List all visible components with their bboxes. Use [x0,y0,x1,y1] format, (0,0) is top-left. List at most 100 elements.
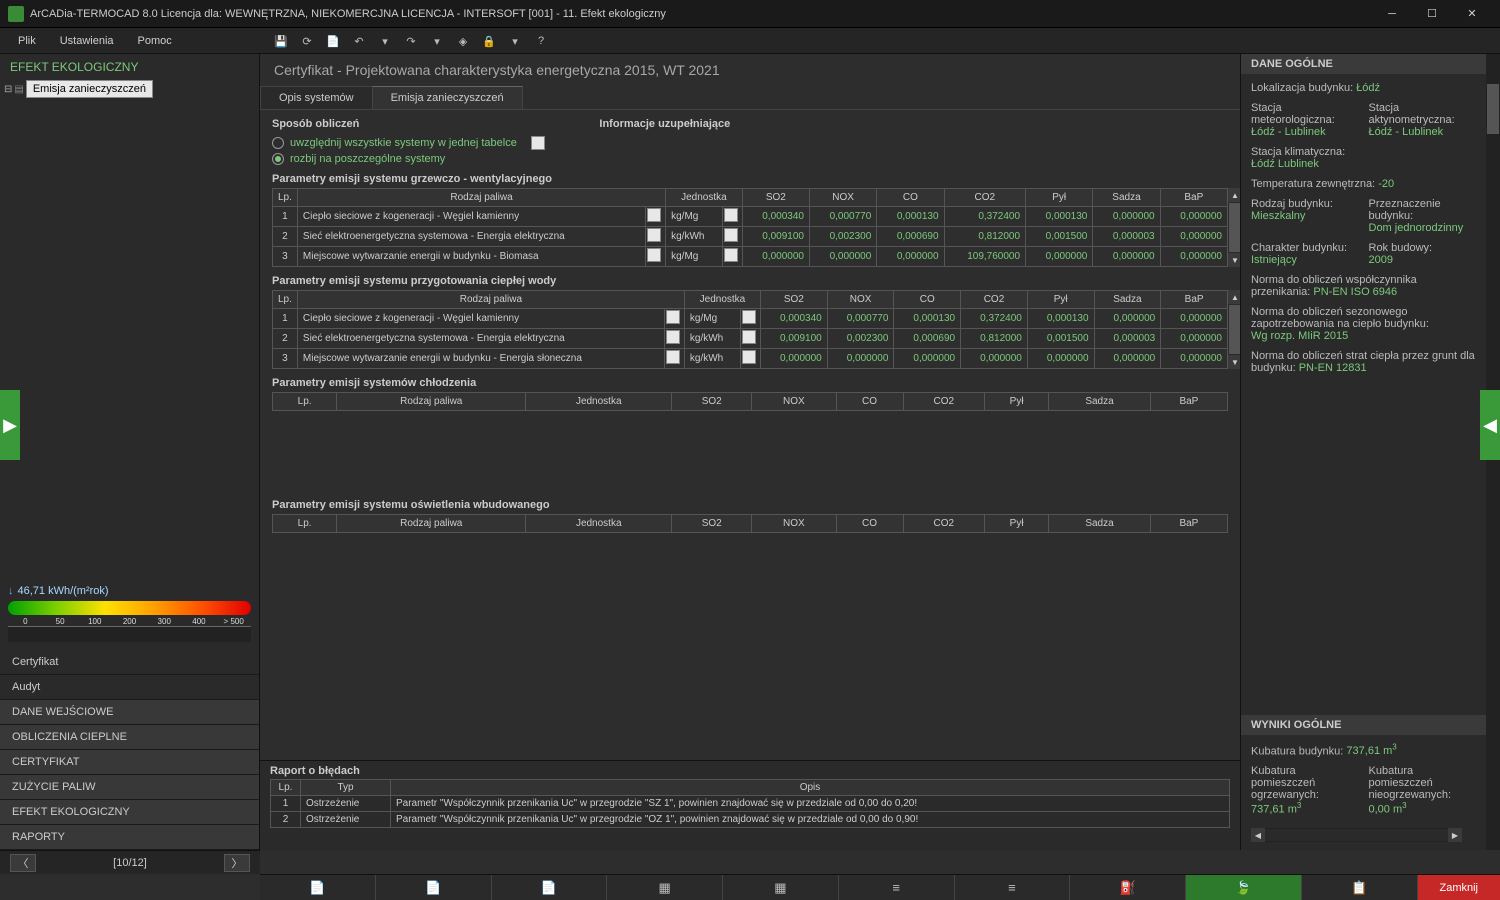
redo-dropdown-icon[interactable]: ▾ [426,30,448,52]
cooling-table: Lp.Rodzaj paliwaJednostkaSO2NOXCOCO2PyłS… [272,392,1228,411]
edit-icon[interactable] [742,330,756,344]
energy-gauge: ↓46,71 kWh/(m²rok) 050100200300400> 500 [0,577,259,650]
maximize-button[interactable]: ☐ [1412,1,1452,27]
menu-file[interactable]: Plik [6,31,48,51]
app-icon [8,6,24,22]
heat-scrollbar[interactable]: ▲▼ [1228,188,1240,267]
content: Sposób obliczeń Informacje uzupełniające… [260,110,1240,760]
tree-collapse-icon[interactable]: ⊟ [4,84,12,95]
prev-page-arrow[interactable]: ▶ [0,390,20,460]
document-icon[interactable]: 📄 [322,30,344,52]
bottombtn-3[interactable]: 📄 [492,875,608,900]
bottombtn-6[interactable]: ≡ [839,875,955,900]
minimize-button[interactable]: ─ [1372,1,1412,27]
redo-icon[interactable]: ↷ [400,30,422,52]
page-title: Certyfikat - Projektowana charakterystyk… [260,54,1240,86]
edit-icon[interactable] [666,330,680,344]
undo-icon[interactable]: ↶ [348,30,370,52]
edit-icon[interactable] [724,208,738,222]
menubar: Plik Ustawienia Pomoc [0,28,1500,54]
bottombtn-7[interactable]: ≡ [955,875,1071,900]
help-icon[interactable]: ? [530,30,552,52]
error-header: Raport o błędach [270,765,1230,777]
pointer-icon: ↓ [8,585,14,597]
edit-icon[interactable] [647,248,661,262]
section-cooling: Parametry emisji systemów chłodzenia [272,377,1228,389]
radio-all-systems[interactable] [272,137,284,149]
bottombtn-eco[interactable]: 🍃 [1186,875,1302,900]
sidebar-item-0[interactable]: Certyfikat [0,650,259,675]
gauge-ruler [8,626,251,642]
edit-icon[interactable] [724,248,738,262]
toolbar: 💾 ⟳ 📄 ↶ ▾ ↷ ▾ ◈ 🔒 ▾ ? [270,28,552,54]
pager: 〈 [10/12] 〉 [0,850,260,874]
window-title: ArCADia-TERMOCAD 8.0 Licencja dla: WEWNĘ… [30,8,1372,20]
bottom-toolbar: 📄 📄 📄 ▦ ▦ ≡ ≡ ⛽ 🍃 📋 Zamknij [260,874,1500,900]
panel-header-general: DANE OGÓLNE [1241,54,1500,74]
sidebar-list: CertyfikatAudytDANE WEJŚCIOWEOBLICZENIA … [0,650,259,850]
lighting-empty [272,533,1228,613]
edit-icon[interactable] [647,208,661,222]
tree-branch-icon: ▤ [14,84,23,95]
edit-icon[interactable] [647,228,661,242]
sidebar-item-2[interactable]: DANE WEJŚCIOWE [0,700,259,725]
next-page-arrow[interactable]: ◀ [1480,390,1500,460]
hotwater-scrollbar[interactable]: ▲▼ [1228,290,1240,369]
edit-icon[interactable] [666,350,680,364]
sidebar-item-4[interactable]: CERTYFIKAT [0,750,259,775]
sidebar-item-5[interactable]: ZUŻYCIE PALIW [0,775,259,800]
cooling-empty [272,411,1228,491]
gauge-bar [8,601,251,615]
edit-icon[interactable] [666,310,680,324]
error-table: Lp.TypOpis1OstrzeżenieParametr "Współczy… [270,779,1230,828]
edit-icon[interactable] [742,310,756,324]
method-label: Sposób obliczeń [272,118,359,130]
main-panel: Certyfikat - Projektowana charakterystyk… [260,54,1240,850]
hotwater-table: Lp.Rodzaj paliwaJednostkaSO2NOXCOCO2PyłS… [272,290,1228,369]
bottombtn-5[interactable]: ▦ [723,875,839,900]
lighting-table: Lp.Rodzaj paliwaJednostkaSO2NOXCOCO2PyłS… [272,514,1228,533]
close-main-button[interactable]: Zamknij [1418,875,1500,900]
tab-opis[interactable]: Opis systemów [260,86,373,109]
tabs: Opis systemów Emisja zanieczyszczeń [260,86,1240,110]
bottombtn-8[interactable]: ⛽ [1070,875,1186,900]
close-button[interactable]: ✕ [1452,1,1492,27]
panel-header-results: WYNIKI OGÓLNE [1241,715,1500,735]
refresh-icon[interactable]: ⟳ [296,30,318,52]
layers-icon[interactable]: ◈ [452,30,474,52]
save-icon[interactable]: 💾 [270,30,292,52]
sidebar-item-7[interactable]: RAPORTY [0,825,259,850]
section-hotwater: Parametry emisji systemu przygotowania c… [272,275,1228,287]
bottombtn-2[interactable]: 📄 [376,875,492,900]
bottombtn-4[interactable]: ▦ [607,875,723,900]
bottombtn-10[interactable]: 📋 [1302,875,1418,900]
info-icon-button[interactable] [531,136,545,150]
sidebar: EFEKT EKOLOGICZNY ⊟ ▤ Emisja zanieczyszc… [0,54,260,850]
edit-icon[interactable] [724,228,738,242]
titlebar: ArCADia-TERMOCAD 8.0 Licencja dla: WEWNĘ… [0,0,1500,28]
tab-emisja[interactable]: Emisja zanieczyszczeń [372,86,523,109]
section-lighting: Parametry emisji systemu oświetlenia wbu… [272,499,1228,511]
sidebar-header: EFEKT EKOLOGICZNY [0,54,259,80]
undo-dropdown-icon[interactable]: ▾ [374,30,396,52]
info-label: Informacje uzupełniające [599,118,730,130]
sidebar-item-1[interactable]: Audyt [0,675,259,700]
edit-icon[interactable] [742,350,756,364]
lock-dropdown-icon[interactable]: ▾ [504,30,526,52]
menu-settings[interactable]: Ustawienia [48,31,126,51]
heat-table: Lp.Rodzaj paliwaJednostkaSO2NOXCOCO2PyłS… [272,188,1228,267]
right-h-scrollbar[interactable]: ◀▶ [1251,828,1462,842]
tree-node-emisja[interactable]: Emisja zanieczyszczeń [26,80,153,98]
pager-prev[interactable]: 〈 [10,854,36,872]
pager-next[interactable]: 〉 [224,854,250,872]
menu-help[interactable]: Pomoc [126,31,184,51]
error-panel: Raport o błędach Lp.TypOpis1OstrzeżenieP… [260,760,1240,850]
radio-split-systems[interactable] [272,153,284,165]
lock-icon[interactable]: 🔒 [478,30,500,52]
gauge-scale: 050100200300400> 500 [8,617,251,626]
right-panel: DANE OGÓLNE Lokalizacja budynku: Łódź St… [1240,54,1500,850]
sidebar-item-6[interactable]: EFEKT EKOLOGICZNY [0,800,259,825]
sidebar-item-3[interactable]: OBLICZENIA CIEPLNE [0,725,259,750]
bottombtn-1[interactable]: 📄 [260,875,376,900]
section-heat: Parametry emisji systemu grzewczo - went… [272,173,1228,185]
